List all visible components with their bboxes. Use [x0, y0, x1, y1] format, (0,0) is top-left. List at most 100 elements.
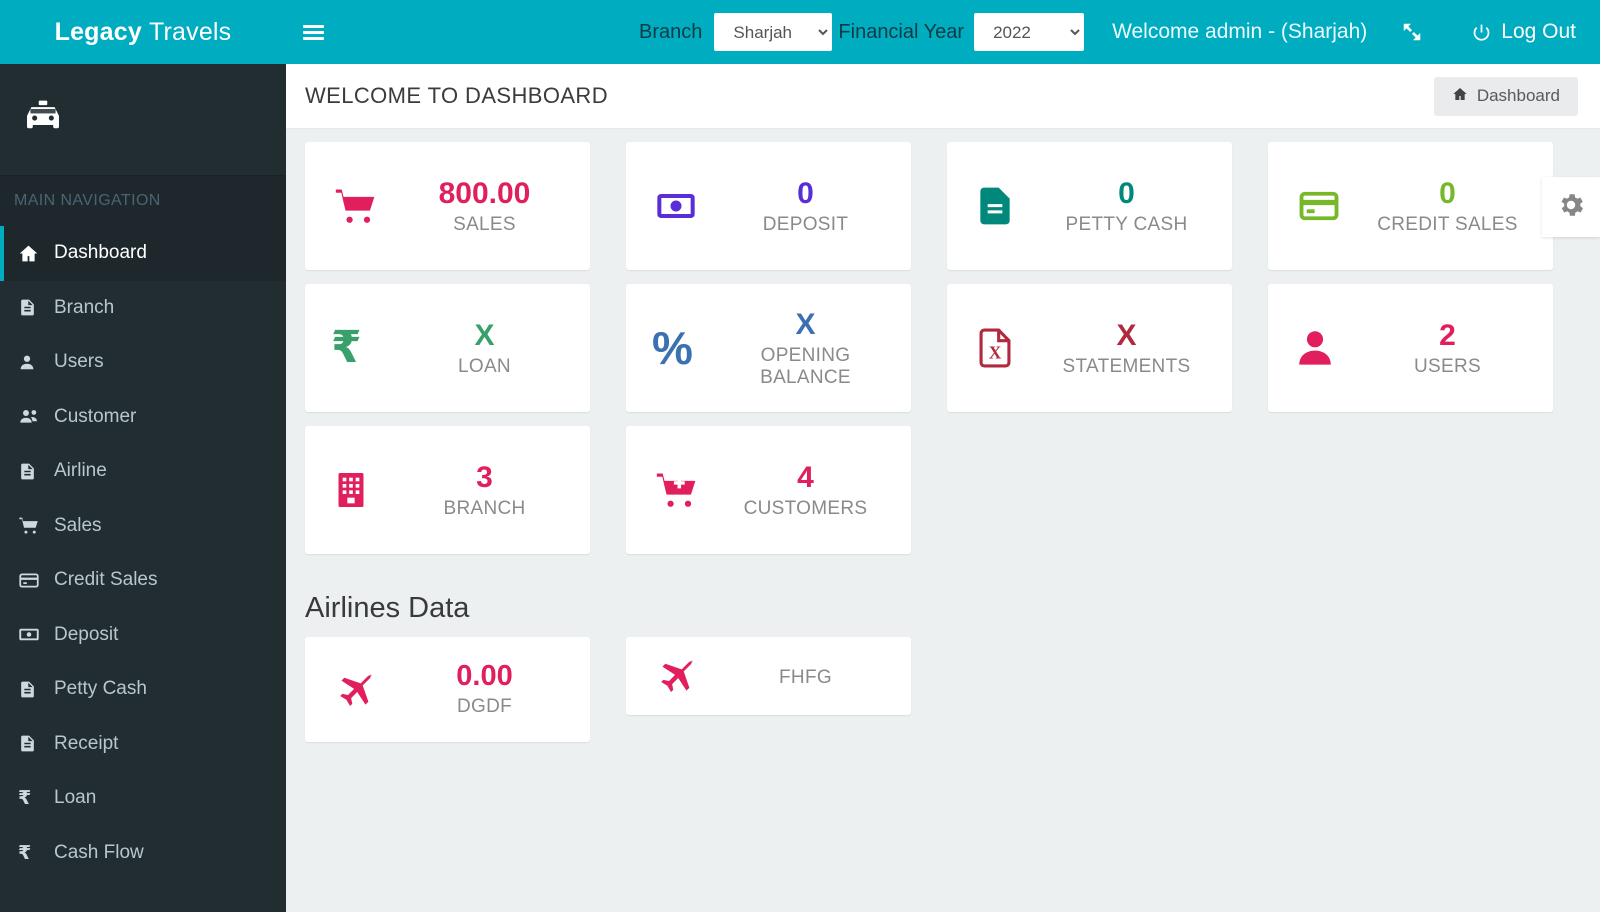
- user-icon: [18, 352, 48, 373]
- file-text-icon: [18, 733, 48, 754]
- logout-button[interactable]: Log Out: [1471, 20, 1576, 44]
- sidebar-item-users[interactable]: Users: [0, 335, 286, 390]
- stat-card-loan[interactable]: ₹ X LOAN: [305, 284, 590, 412]
- sidebar-item-label: Loan: [54, 787, 97, 809]
- sidebar-toggle-button[interactable]: [286, 0, 340, 64]
- stat-row: ₹ X LOAN % X OPENING BALANCE X X STATEME…: [305, 284, 1600, 412]
- sidebar-item-label: Deposit: [54, 623, 119, 645]
- svg-text:X: X: [989, 342, 1002, 362]
- users-group-icon: [18, 406, 48, 427]
- stat-value: 4: [797, 460, 814, 494]
- stat-label: STATEMENTS: [1062, 355, 1191, 377]
- file-text-icon: [18, 679, 48, 700]
- shopping-cart-icon: [18, 515, 48, 536]
- hamburger-menu-icon: [302, 22, 324, 43]
- breadcrumb-label: Dashboard: [1476, 86, 1560, 105]
- stat-label: CREDIT SALES: [1377, 213, 1518, 235]
- stat-label: OPENING BALANCE: [760, 344, 851, 388]
- stat-card-opening-balance[interactable]: % X OPENING BALANCE: [626, 284, 911, 412]
- rupee-icon: ₹: [331, 322, 362, 373]
- airlines-row: 0.00 DGDF FHFG: [305, 637, 1600, 742]
- page-title: WELCOME TO DASHBOARD: [305, 83, 609, 108]
- file-excel-icon: X: [973, 324, 1047, 372]
- logo-bold-text: Legacy: [54, 17, 142, 46]
- power-icon: [1473, 24, 1490, 41]
- home-icon: [1452, 86, 1468, 107]
- stat-label: CUSTOMERS: [743, 497, 868, 519]
- stat-label: SALES: [453, 213, 516, 235]
- header-controls: Branch Sharjah Financial Year 2022 Welco…: [639, 0, 1600, 64]
- sidebar-item-label: Petty Cash: [54, 678, 147, 700]
- branch-label: Branch: [639, 20, 703, 43]
- rupee-icon: ₹: [18, 841, 32, 864]
- stat-card-deposit[interactable]: 0 DEPOSIT: [626, 142, 911, 270]
- stat-card-body: X STATEMENTS: [1047, 319, 1212, 378]
- expand-arrows-icon[interactable]: [1401, 21, 1423, 43]
- app-logo[interactable]: Legacy Travels: [0, 0, 286, 64]
- credit-card-icon: [1294, 185, 1368, 227]
- financial-year-select[interactable]: 2022: [974, 13, 1085, 51]
- settings-panel-toggle[interactable]: [1542, 177, 1600, 237]
- sidebar-item-receipt[interactable]: Receipt: [0, 717, 286, 772]
- breadcrumb-dashboard[interactable]: Dashboard: [1433, 76, 1578, 116]
- stat-card-statements[interactable]: X X STATEMENTS: [947, 284, 1232, 412]
- sidebar-item-branch[interactable]: Branch: [0, 281, 286, 336]
- airline-card-fhfg[interactable]: FHFG: [626, 637, 911, 715]
- stat-value: X: [474, 318, 495, 352]
- stat-card-users[interactable]: 2 USERS: [1268, 284, 1553, 412]
- stat-card-body: X LOAN: [405, 319, 570, 378]
- stat-card-body: X OPENING BALANCE: [726, 308, 891, 389]
- money-bill-icon: [652, 186, 726, 226]
- sidebar-item-dashboard[interactable]: Dashboard: [0, 226, 286, 281]
- sidebar-item-cash-flow[interactable]: ₹ Cash Flow: [0, 826, 286, 881]
- money-bill-icon: [18, 624, 48, 645]
- sidebar-item-label: Receipt: [54, 732, 119, 754]
- sidebar-item-airline[interactable]: Airline: [0, 444, 286, 499]
- sidebar-item-label: Airline: [54, 460, 107, 482]
- branch-select[interactable]: Sharjah: [714, 13, 833, 51]
- stat-value: 0: [1118, 176, 1135, 210]
- sidebar-item-sales[interactable]: Sales: [0, 499, 286, 554]
- stat-value: 0: [1439, 176, 1456, 210]
- cart-plus-icon: [652, 468, 726, 512]
- sidebar-item-label: Credit Sales: [54, 569, 158, 591]
- file-text-icon: [973, 183, 1047, 229]
- sidebar-item-deposit[interactable]: Deposit: [0, 608, 286, 663]
- stat-value: 2: [1439, 318, 1456, 352]
- stat-card-sales[interactable]: 800.00 SALES: [305, 142, 590, 270]
- file-text-icon: [18, 297, 48, 318]
- shopping-cart-icon: [331, 184, 405, 228]
- stat-label: DEPOSIT: [762, 213, 849, 235]
- dashboard-page: Legacy Travels Branch Sharjah Financial …: [0, 0, 1600, 912]
- airline-card-dgdf[interactable]: 0.00 DGDF: [305, 637, 590, 742]
- stat-label: LOAN: [458, 355, 511, 377]
- logout-label: Log Out: [1501, 20, 1576, 43]
- stat-card-customers[interactable]: 4 CUSTOMERS: [626, 426, 911, 554]
- sidebar-item-credit-sales[interactable]: Credit Sales: [0, 553, 286, 608]
- content-header: WELCOME TO DASHBOARD Dashboard: [286, 64, 1600, 129]
- sidebar-section-header: MAIN NAVIGATION: [0, 176, 286, 226]
- airline-card-body: FHFG: [726, 663, 891, 689]
- airline-value: 0.00: [456, 659, 513, 692]
- stat-card-credit-sales[interactable]: 0 CREDIT SALES: [1268, 142, 1553, 270]
- sidebar-item-petty-cash[interactable]: Petty Cash: [0, 662, 286, 717]
- sidebar-item-loan[interactable]: ₹ Loan: [0, 771, 286, 826]
- home-icon: [18, 243, 48, 264]
- stat-label: BRANCH: [443, 497, 526, 519]
- percent-icon: %: [652, 322, 693, 374]
- stat-label: PETTY CASH: [1065, 213, 1188, 235]
- file-text-icon: [18, 461, 48, 482]
- sidebar-item-label: Dashboard: [54, 242, 147, 264]
- sidebar-item-customer[interactable]: Customer: [0, 390, 286, 445]
- credit-card-icon: [18, 570, 48, 591]
- stat-card-body: 0 CREDIT SALES: [1368, 177, 1533, 236]
- stat-card-body: 800.00 SALES: [405, 177, 570, 236]
- stat-card-body: 3 BRANCH: [405, 461, 570, 520]
- stat-label: USERS: [1414, 355, 1481, 377]
- financial-year-label: Financial Year: [838, 20, 965, 43]
- sidebar-item-label: Customer: [54, 405, 137, 427]
- stat-card-grid: 800.00 SALES 0 DEPOSIT 0 PETTY CASH 0 CR…: [286, 129, 1600, 742]
- stat-card-branch[interactable]: 3 BRANCH: [305, 426, 590, 554]
- airline-card-body: 0.00 DGDF: [405, 659, 570, 719]
- stat-card-petty-cash[interactable]: 0 PETTY CASH: [947, 142, 1232, 270]
